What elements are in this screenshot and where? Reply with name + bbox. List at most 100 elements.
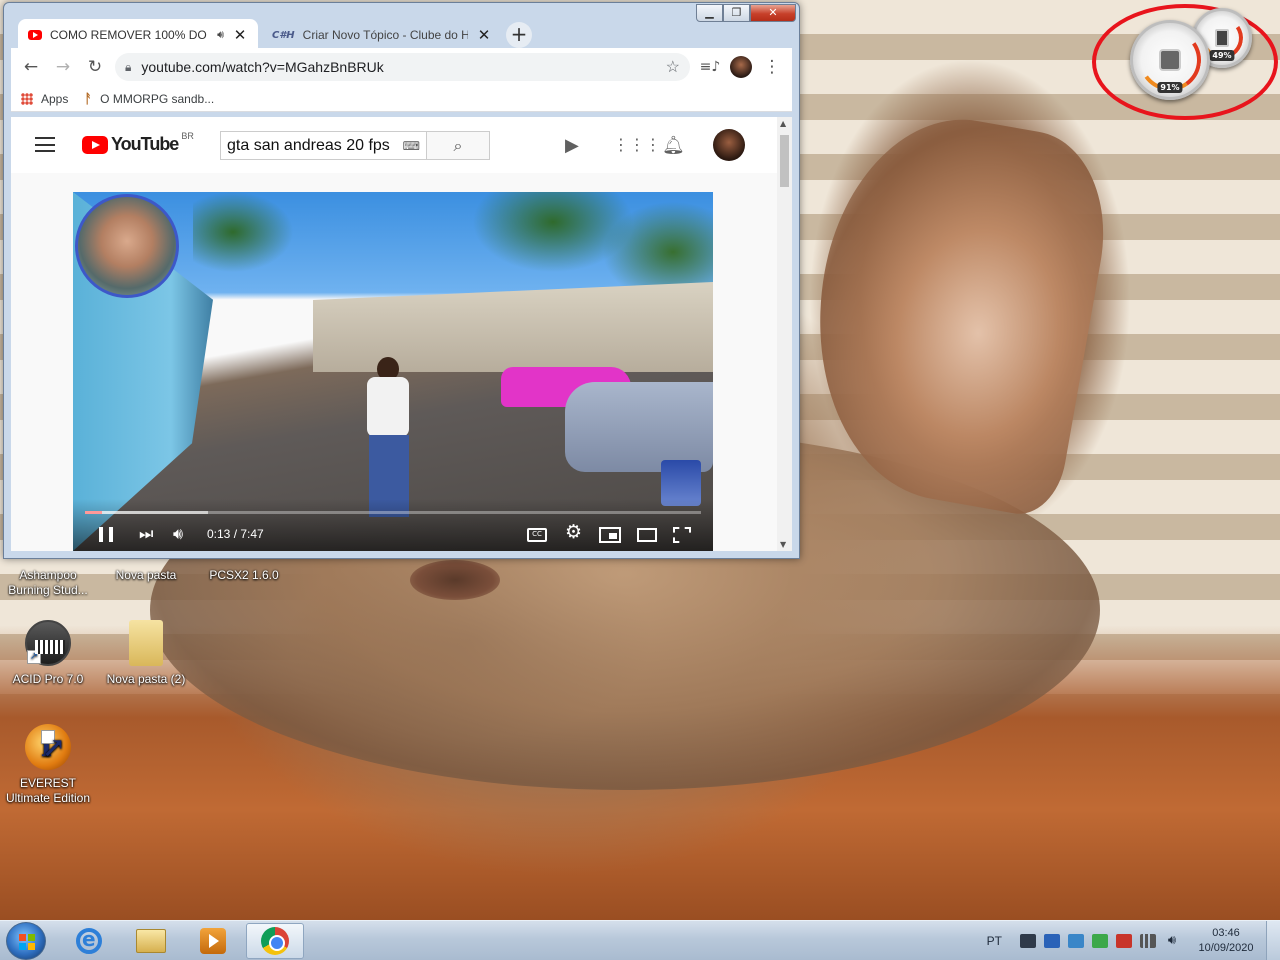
- tray-volume-icon[interactable]: 🔊︎: [1164, 934, 1180, 948]
- pause-icon[interactable]: [99, 527, 113, 542]
- apps-grid-icon[interactable]: ⋮⋮⋮: [613, 135, 661, 154]
- tray-monitor-icon[interactable]: [1020, 934, 1036, 948]
- taskbar-windows-explorer[interactable]: [122, 923, 180, 959]
- volume-icon[interactable]: 🔊︎: [173, 525, 183, 543]
- bookmark-label: O MMORPG sandb...: [100, 91, 215, 106]
- keyboard-icon[interactable]: ⌨: [403, 139, 420, 153]
- shortcut-arrow-icon: ↗: [41, 730, 66, 764]
- address-url[interactable]: youtube.com/watch?v=MGahzBnBRUk: [141, 59, 655, 75]
- scroll-up-icon[interactable]: ▲: [780, 119, 786, 128]
- tab-title: Criar Novo Tópico - Clube do Ha: [302, 28, 468, 42]
- taskbar-internet-explorer[interactable]: [60, 923, 118, 959]
- youtube-header: YouTube BR gta san andreas 20 fps ⌨ ⌕ ▶︎…: [11, 117, 777, 173]
- video-buffer-bar: [85, 511, 209, 514]
- search-input[interactable]: gta san andreas 20 fps ⌨: [220, 131, 426, 160]
- shortcut-arrow-icon: ↗: [27, 650, 41, 664]
- video-player[interactable]: ⏭︎ 🔊︎ 0:13 / 7:47 CC ⚙︎: [73, 192, 713, 551]
- desktop-icon-label: EVEREST Ultimate Edition: [5, 776, 91, 805]
- tab-strip: COMO REMOVER 100% DO 🔊︎ ✕ C#H Criar Novo…: [18, 19, 788, 51]
- bookmark-star-icon[interactable]: ☆: [666, 57, 680, 77]
- show-desktop-button[interactable]: [1266, 921, 1280, 960]
- video-frame-character: [353, 357, 423, 517]
- lock-icon[interactable]: 🔒︎: [125, 60, 131, 75]
- tab-youtube[interactable]: COMO REMOVER 100% DO 🔊︎ ✕: [18, 19, 258, 51]
- start-button[interactable]: [6, 922, 46, 960]
- desktop-icon-acid-pro[interactable]: ↗ ACID Pro 7.0: [0, 620, 96, 687]
- desktop-icon-everest[interactable]: i ↗ EVEREST Ultimate Edition: [0, 724, 96, 806]
- profile-avatar[interactable]: [730, 56, 752, 78]
- chrome-menu-icon[interactable]: ⋮: [760, 57, 784, 77]
- internet-explorer-icon: [76, 927, 102, 954]
- desktop-icon-ashampoo[interactable]: Ashampoo Burning Stud...: [0, 568, 96, 598]
- notifications-bell-icon[interactable]: 🔔︎: [662, 135, 685, 156]
- memory-percent: 49%: [1209, 50, 1235, 61]
- taskbar-media-player[interactable]: [184, 923, 242, 959]
- create-video-icon[interactable]: ▶︎: [565, 135, 579, 156]
- tray-action-center-icon[interactable]: [1116, 934, 1132, 948]
- bookmark-apps[interactable]: Apps: [21, 92, 68, 106]
- youtube-logo[interactable]: YouTube BR: [82, 131, 194, 155]
- desktop-icon-nova-pasta[interactable]: Nova pasta: [98, 568, 194, 583]
- reload-icon[interactable]: ↻: [83, 57, 107, 77]
- settings-gear-icon[interactable]: ⚙︎: [565, 523, 582, 542]
- search-query: gta san andreas 20 fps: [227, 136, 390, 154]
- account-avatar[interactable]: [713, 129, 745, 161]
- language-indicator[interactable]: PT: [987, 934, 1002, 948]
- tray-network-app-icon[interactable]: [1068, 934, 1084, 948]
- cpu-gauge: 91%: [1130, 20, 1210, 100]
- taskbar-clock[interactable]: 03:46 10/09/2020: [1190, 926, 1262, 956]
- tab-title: COMO REMOVER 100% DO: [50, 28, 207, 42]
- miniplayer-icon[interactable]: [599, 527, 621, 543]
- media-player-icon: [200, 928, 226, 954]
- scroll-down-icon[interactable]: ▼: [780, 540, 786, 549]
- address-bar[interactable]: 🔒︎ youtube.com/watch?v=MGahzBnBRUk ☆: [115, 53, 690, 81]
- bookmark-mmorpg[interactable]: ᚨ O MMORPG sandb...: [84, 91, 214, 106]
- desktop-icon-label: Nova pasta: [115, 568, 177, 582]
- audio-playing-icon[interactable]: 🔊︎: [217, 29, 224, 42]
- close-tab-icon[interactable]: ✕: [476, 26, 492, 44]
- next-video-icon[interactable]: ⏭︎: [139, 525, 153, 543]
- tab-clube[interactable]: C#H Criar Novo Tópico - Clube do Ha ✕: [262, 19, 502, 51]
- taskbar-chrome[interactable]: [246, 923, 304, 959]
- desktop-icon-label: Nova pasta (2): [106, 672, 186, 686]
- cpu-meter-gadget[interactable]: 49% 91%: [1124, 6, 1274, 106]
- fullscreen-icon[interactable]: [673, 527, 691, 543]
- forward-arrow-icon[interactable]: →: [51, 57, 75, 77]
- video-controls: ⏭︎ 🔊︎ 0:13 / 7:47 CC ⚙︎: [73, 499, 713, 551]
- theater-mode-icon[interactable]: [637, 528, 657, 542]
- browser-toolbar: ← → ↻ 🔒︎ youtube.com/watch?v=MGahzBnBRUk…: [11, 48, 792, 86]
- youtube-search: gta san andreas 20 fps ⌨ ⌕: [220, 131, 490, 160]
- bookmarks-bar: Apps ᚨ O MMORPG sandb...: [11, 86, 792, 112]
- desktop-icon-label: ACID Pro 7.0: [12, 672, 84, 686]
- new-tab-button[interactable]: +: [506, 22, 532, 48]
- chrome-icon: [261, 927, 289, 955]
- media-queue-icon[interactable]: ≡♪: [698, 59, 722, 75]
- youtube-page: YouTube BR gta san andreas 20 fps ⌨ ⌕ ▶︎…: [11, 117, 792, 551]
- search-button[interactable]: ⌕: [426, 131, 490, 160]
- youtube-logo-text: YouTube: [111, 134, 179, 154]
- tray-signal-icon[interactable]: [1140, 934, 1156, 948]
- youtube-favicon: [28, 30, 42, 40]
- everest-icon: i ↗: [25, 724, 71, 770]
- back-arrow-icon[interactable]: ←: [19, 57, 43, 77]
- video-frame-blue-car: [565, 382, 713, 472]
- cpu-chip-icon: [1159, 49, 1181, 71]
- page-scrollbar[interactable]: ▲ ▼: [777, 117, 792, 551]
- mmorpg-favicon: ᚨ: [84, 91, 93, 106]
- menu-hamburger-icon[interactable]: [35, 137, 55, 152]
- windows-explorer-icon: [136, 929, 166, 953]
- desktop-icon-pcsx2[interactable]: PCSX2 1.6.0: [196, 568, 292, 583]
- cpu-percent: 91%: [1157, 82, 1183, 93]
- desktop-icon-nova-pasta-2[interactable]: Nova pasta (2): [98, 620, 194, 687]
- clube-favicon: C#H: [272, 29, 295, 41]
- scrollbar-thumb[interactable]: [780, 135, 789, 187]
- tray-app-icon[interactable]: [1044, 934, 1060, 948]
- youtube-play-logo-icon: [82, 135, 108, 154]
- tray-security-icon[interactable]: [1092, 934, 1108, 948]
- desktop-icon-label: Ashampoo Burning Stud...: [8, 568, 88, 597]
- system-tray: PT 🔊︎ 03:46 10/09/2020: [987, 921, 1280, 960]
- subtitles-icon[interactable]: CC: [527, 528, 547, 542]
- desktop-icon-label: PCSX2 1.6.0: [209, 568, 279, 582]
- close-tab-icon[interactable]: ✕: [232, 26, 248, 44]
- video-frame-trees: [193, 192, 713, 302]
